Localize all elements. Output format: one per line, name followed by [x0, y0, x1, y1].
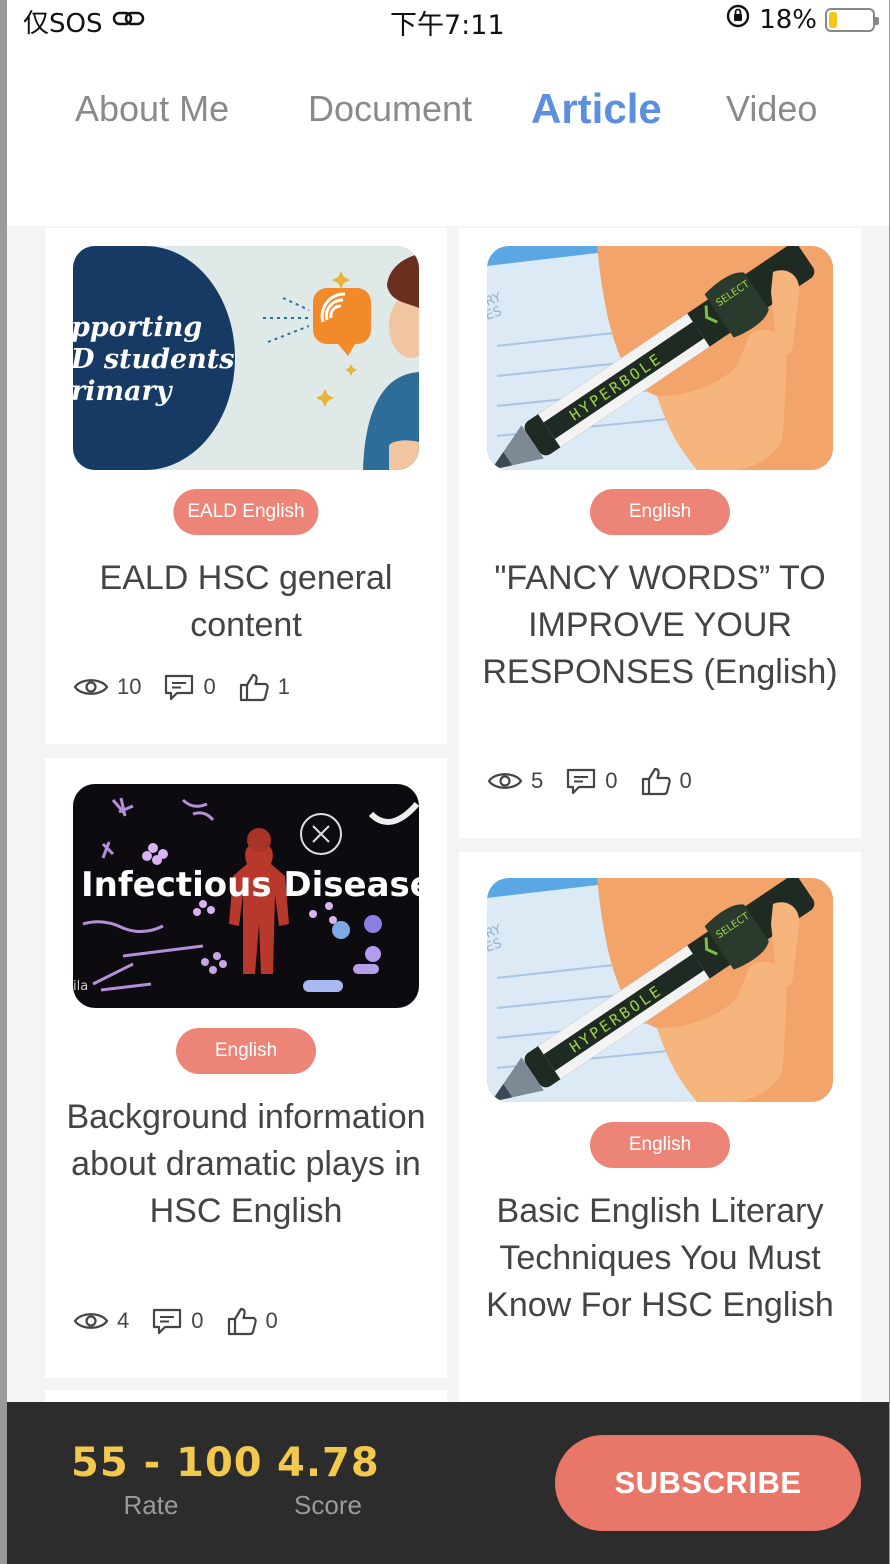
like-count: 0 [679, 768, 692, 793]
comment-icon[interactable] [565, 767, 597, 795]
eye-icon [487, 770, 523, 792]
tab-document[interactable]: Document [308, 88, 472, 130]
article-card[interactable]: RY ES HYPERBOLE SELECT English [459, 228, 861, 838]
article-stats: 5 0 0 [487, 766, 714, 796]
article-thumbnail: RY ES HYPERBOLE SELECT [487, 878, 833, 1102]
battery-percent: 18% [759, 4, 817, 35]
tab-about-me[interactable]: About Me [75, 88, 229, 130]
eye-icon [73, 676, 109, 698]
rate-metric: 55 - 100 Rate [71, 1440, 263, 1521]
thumbs-up-icon[interactable] [238, 672, 270, 702]
orientation-lock-icon [725, 3, 751, 36]
rate-value: 55 - 100 [71, 1440, 263, 1486]
article-title: EALD HSC general content [99, 559, 393, 644]
category-tag: EALD English [173, 489, 319, 535]
thumb-title: Infectious Diseases [81, 865, 419, 905]
tab-article[interactable]: Article [531, 85, 662, 133]
category-tag: English [590, 489, 730, 535]
battery-level-fill [829, 11, 837, 28]
article-card[interactable]: pporting D students rimary EALD English … [45, 228, 447, 744]
view-count: 5 [531, 768, 544, 793]
thumb-text: rimary [73, 376, 174, 407]
battery-icon [825, 7, 879, 32]
article-stats: 10 0 1 [73, 672, 312, 702]
comment-icon[interactable] [151, 1307, 183, 1335]
thumb-text: pporting [73, 312, 202, 343]
comment-icon[interactable] [163, 673, 195, 701]
comment-count: 0 [191, 1308, 204, 1333]
thumbs-up-icon[interactable] [226, 1306, 258, 1336]
like-count: 0 [265, 1308, 278, 1333]
article-card[interactable]: RY ES HYPERBOLE SELECT English [459, 852, 861, 1452]
article-thumbnail: Infectious Diseases ila [73, 784, 419, 1008]
like-count: 1 [277, 674, 290, 699]
status-bar: 仅SOS 下午7:11 18% [7, 0, 889, 41]
score-label: Score [294, 1490, 362, 1520]
rate-label: Rate [123, 1490, 179, 1520]
link-icon [112, 7, 146, 37]
category-tag: English [176, 1028, 316, 1074]
bottom-action-bar: 55 - 100 Rate 4.78 Score SUBSCRIBE [7, 1402, 889, 1564]
clock: 下午7:11 [390, 10, 505, 41]
article-title: Background information about dramatic pl… [66, 1098, 426, 1230]
category-tag: English [590, 1122, 730, 1168]
article-title: "FANCY WORDS” TO IMPROVE YOUR RESPONSES … [482, 559, 838, 691]
score-value: 4.78 [277, 1440, 380, 1486]
article-title: Basic English Literary Techniques You Mu… [486, 1192, 834, 1324]
tab-video[interactable]: Video [726, 88, 817, 130]
article-thumbnail: RY ES HYPERBOLE SELECT [487, 246, 833, 470]
article-card[interactable]: Infectious Diseases ila English Backgrou… [45, 758, 447, 1378]
thumbs-up-icon[interactable] [640, 766, 672, 796]
comment-count: 0 [605, 768, 618, 793]
article-thumbnail: pporting D students rimary [73, 246, 419, 470]
view-count: 4 [117, 1308, 130, 1333]
eye-icon [73, 1310, 109, 1332]
score-metric: 4.78 Score [277, 1440, 379, 1521]
subscribe-button[interactable]: SUBSCRIBE [555, 1435, 861, 1531]
comment-count: 0 [203, 674, 216, 699]
thumb-text: ila [73, 979, 88, 994]
thumb-text: D students [73, 344, 234, 375]
tab-bar: About Me Document Article Video [7, 40, 889, 226]
article-stats: 4 0 0 [73, 1306, 300, 1336]
carrier-text: 仅SOS [23, 9, 103, 39]
view-count: 10 [117, 674, 142, 699]
app-screen: 仅SOS 下午7:11 18% About Me Document Articl… [7, 0, 889, 1564]
